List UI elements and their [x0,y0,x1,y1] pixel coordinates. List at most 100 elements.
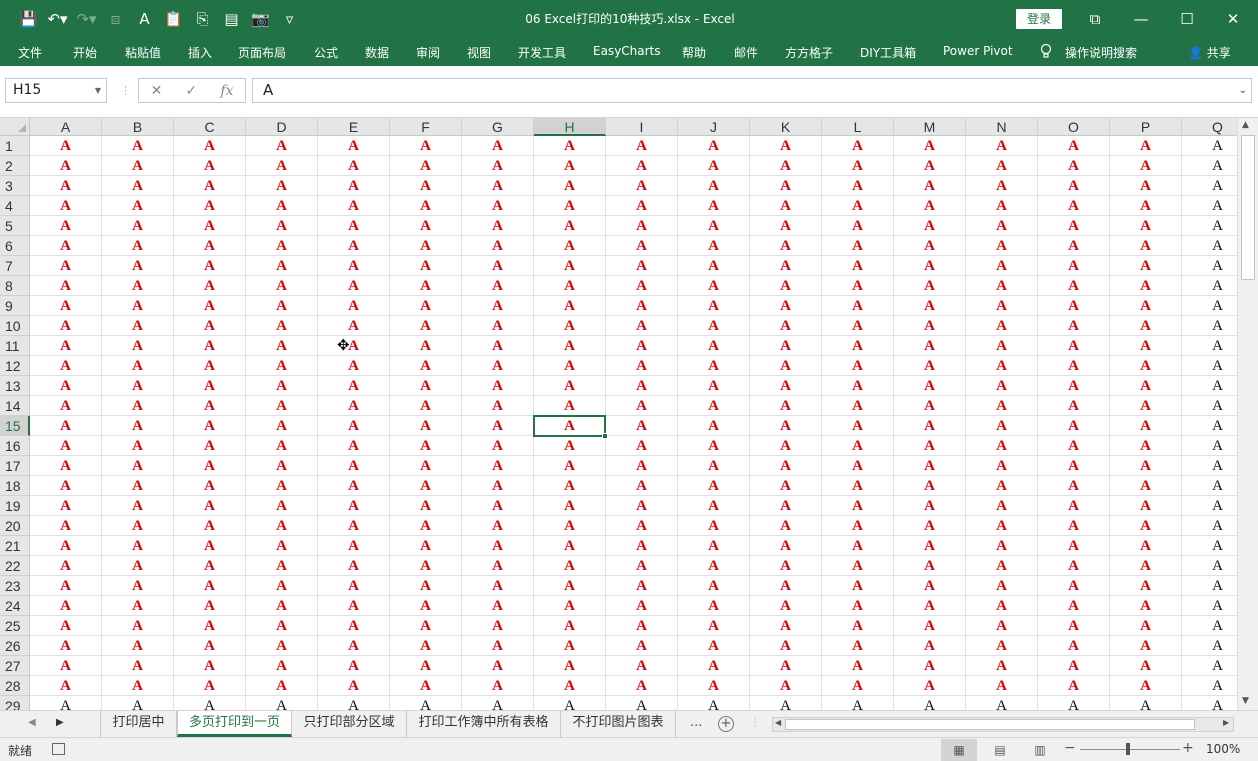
cell-f21[interactable]: A [390,536,462,556]
cell-f3[interactable]: A [390,176,462,196]
cell-f14[interactable]: A [390,396,462,416]
cell-j3[interactable]: A [678,176,750,196]
cell-b15[interactable]: A [102,416,174,436]
cell-d18[interactable]: A [246,476,318,496]
cell-j19[interactable]: A [678,496,750,516]
cell-i9[interactable]: A [606,296,678,316]
cell-g14[interactable]: A [462,396,534,416]
cell-b4[interactable]: A [102,196,174,216]
cell-k6[interactable]: A [750,236,822,256]
cell-h24[interactable]: A [534,596,606,616]
cell-h22[interactable]: A [534,556,606,576]
cell-i26[interactable]: A [606,636,678,656]
cell-j2[interactable]: A [678,156,750,176]
tab-mail[interactable]: 邮件 [734,44,758,61]
cell-i14[interactable]: A [606,396,678,416]
cell-n8[interactable]: A [966,276,1038,296]
cell-o17[interactable]: A [1038,456,1110,476]
cell-a24[interactable]: A [30,596,102,616]
cell-b13[interactable]: A [102,376,174,396]
row-header-15[interactable]: 15 [0,416,30,436]
font-color-icon[interactable]: A [130,8,159,30]
cell-i4[interactable]: A [606,196,678,216]
cell-n10[interactable]: A [966,316,1038,336]
login-button[interactable]: 登录 [1016,9,1062,29]
cell-p26[interactable]: A [1110,636,1182,656]
tab-scroll-left-icon[interactable]: ◀ [28,717,36,728]
row-header-22[interactable]: 22 [0,556,30,576]
row-header-5[interactable]: 5 [0,216,30,236]
column-header-k[interactable]: K [750,118,822,136]
cell-p29[interactable]: A [1110,696,1182,710]
paste-icon[interactable]: ⎘ [188,8,217,30]
cell-i8[interactable]: A [606,276,678,296]
cell-l13[interactable]: A [822,376,894,396]
cell-a14[interactable]: A [30,396,102,416]
cell-h8[interactable]: A [534,276,606,296]
cell-l17[interactable]: A [822,456,894,476]
cell-n6[interactable]: A [966,236,1038,256]
cell-o12[interactable]: A [1038,356,1110,376]
maximize-button[interactable]: ☐ [1164,0,1210,38]
cell-n16[interactable]: A [966,436,1038,456]
cell-l2[interactable]: A [822,156,894,176]
cell-p24[interactable]: A [1110,596,1182,616]
save-icon[interactable]: 💾 [14,8,43,30]
scroll-left-arrow[interactable]: ◀ [775,718,781,727]
name-box[interactable]: H15 ▼ [5,78,107,103]
enter-icon[interactable]: ✓ [185,83,197,99]
cell-e20[interactable]: A [318,516,390,536]
cell-j17[interactable]: A [678,456,750,476]
cell-b7[interactable]: A [102,256,174,276]
cell-b10[interactable]: A [102,316,174,336]
cell-i23[interactable]: A [606,576,678,596]
cell-c20[interactable]: A [174,516,246,536]
vertical-scrollbar[interactable]: ▲ ▼ [1237,118,1258,710]
cell-p21[interactable]: A [1110,536,1182,556]
cell-h9[interactable]: A [534,296,606,316]
cell-f26[interactable]: A [390,636,462,656]
row-header-13[interactable]: 13 [0,376,30,396]
format-painter-icon[interactable]: ⧈ [101,8,130,30]
row-header-10[interactable]: 10 [0,316,30,336]
cell-j5[interactable]: A [678,216,750,236]
cell-c22[interactable]: A [174,556,246,576]
row-header-24[interactable]: 24 [0,596,30,616]
cell-i5[interactable]: A [606,216,678,236]
cell-f23[interactable]: A [390,576,462,596]
cell-g28[interactable]: A [462,676,534,696]
cell-p3[interactable]: A [1110,176,1182,196]
cell-d26[interactable]: A [246,636,318,656]
cell-b21[interactable]: A [102,536,174,556]
cell-d20[interactable]: A [246,516,318,536]
cell-n28[interactable]: A [966,676,1038,696]
cell-p20[interactable]: A [1110,516,1182,536]
cell-d23[interactable]: A [246,576,318,596]
cell-c21[interactable]: A [174,536,246,556]
cell-k7[interactable]: A [750,256,822,276]
cell-p22[interactable]: A [1110,556,1182,576]
cell-d16[interactable]: A [246,436,318,456]
cell-b2[interactable]: A [102,156,174,176]
cell-f5[interactable]: A [390,216,462,236]
cell-g19[interactable]: A [462,496,534,516]
cell-l24[interactable]: A [822,596,894,616]
cell-e25[interactable]: A [318,616,390,636]
cell-d19[interactable]: A [246,496,318,516]
cell-q6[interactable]: A [1182,236,1237,256]
zoom-level[interactable]: 100% [1206,742,1240,756]
cell-q14[interactable]: A [1182,396,1237,416]
cell-a22[interactable]: A [30,556,102,576]
cell-f29[interactable]: A [390,696,462,710]
cell-c4[interactable]: A [174,196,246,216]
cell-l21[interactable]: A [822,536,894,556]
cell-p9[interactable]: A [1110,296,1182,316]
cell-j28[interactable]: A [678,676,750,696]
cell-b8[interactable]: A [102,276,174,296]
cell-p11[interactable]: A [1110,336,1182,356]
cell-e12[interactable]: A [318,356,390,376]
cell-k17[interactable]: A [750,456,822,476]
cell-m27[interactable]: A [894,656,966,676]
cell-c2[interactable]: A [174,156,246,176]
cell-l23[interactable]: A [822,576,894,596]
